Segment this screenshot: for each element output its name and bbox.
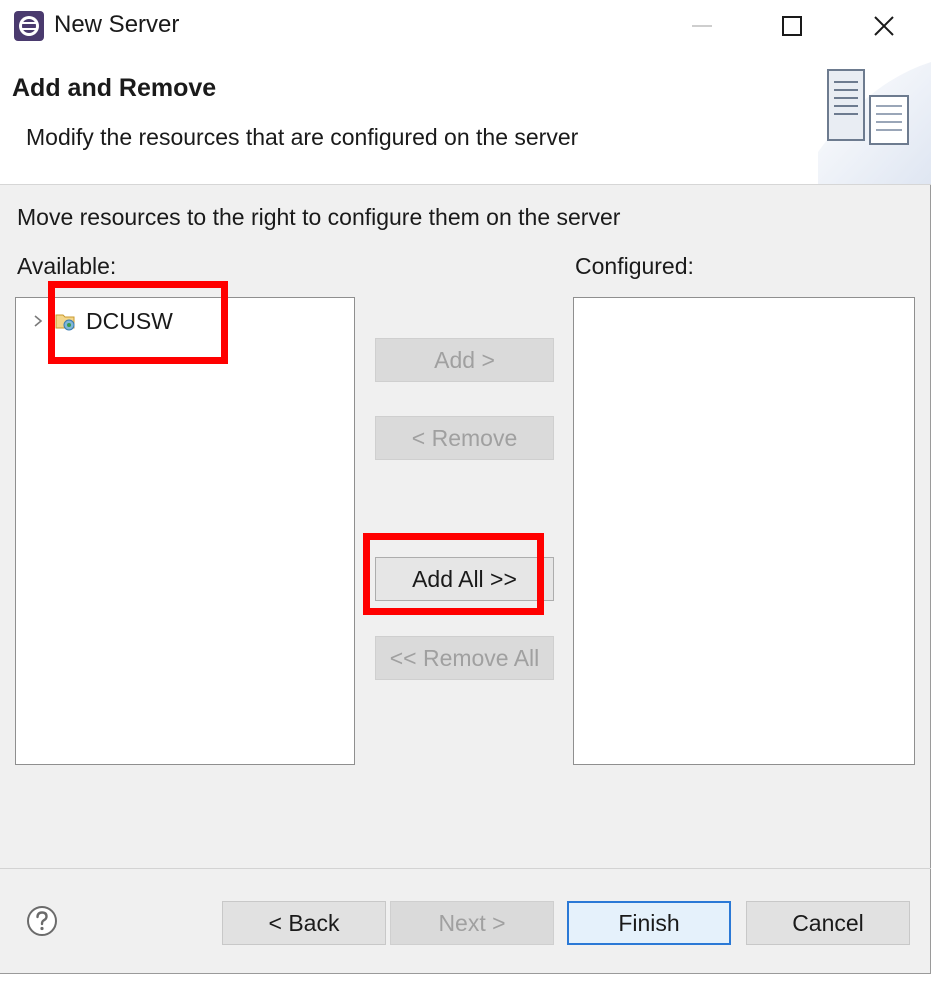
finish-button[interactable]: Finish — [567, 901, 731, 945]
configured-list[interactable] — [573, 297, 915, 765]
highlight-box-project — [48, 281, 228, 364]
back-button[interactable]: < Back — [222, 901, 386, 945]
remove-button[interactable]: < Remove — [375, 416, 554, 460]
close-icon[interactable] — [864, 6, 904, 46]
available-list[interactable]: DCUSW — [15, 297, 355, 765]
minimize-icon[interactable] — [682, 6, 722, 46]
footer-separator — [0, 868, 931, 869]
chevron-right-icon[interactable] — [30, 313, 46, 329]
configured-label: Configured: — [575, 253, 694, 279]
maximize-icon[interactable] — [772, 6, 812, 46]
eclipse-server-icon — [14, 11, 44, 41]
add-button[interactable]: Add > — [375, 338, 554, 382]
page-description: Modify the resources that are configured… — [26, 124, 579, 150]
cancel-button[interactable]: Cancel — [746, 901, 910, 945]
help-icon[interactable] — [25, 904, 59, 938]
title-bar[interactable]: New Server — [0, 0, 931, 52]
server-wizard-banner-icon — [818, 62, 931, 184]
new-server-dialog: New Server Add and Remove Modify the res… — [0, 0, 931, 974]
highlight-box-add-all — [363, 533, 544, 615]
available-label: Available: — [17, 253, 117, 279]
page-title: Add and Remove — [12, 74, 217, 102]
remove-all-button[interactable]: << Remove All — [375, 636, 554, 680]
next-button[interactable]: Next > — [390, 901, 554, 945]
window-title: New Server — [54, 11, 180, 38]
instruction-text: Move resources to the right to configure… — [17, 204, 621, 230]
wizard-header: Add and Remove Modify the resources that… — [0, 52, 931, 185]
